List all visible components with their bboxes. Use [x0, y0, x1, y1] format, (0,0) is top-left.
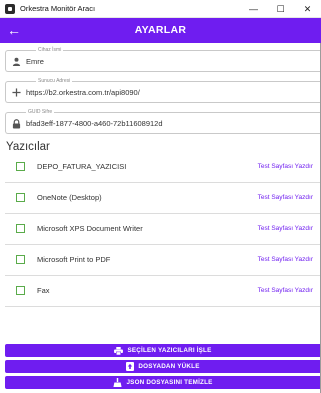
window-titlebar: Orkestra Monitör Aracı — ☐ ✕: [0, 0, 321, 18]
printer-row: OneNote (Desktop) Test Sayfası Yazdır: [5, 183, 321, 214]
printer-name: Microsoft Print to PDF: [37, 255, 111, 264]
printer-checkbox[interactable]: [16, 224, 25, 233]
printer-row: Fax Test Sayfası Yazdır: [5, 276, 321, 307]
clear-json-button[interactable]: JSON DOSYASINI TEMİZLE: [5, 376, 321, 389]
printer-row: Microsoft Print to PDF Test Sayfası Yazd…: [5, 245, 321, 276]
clear-json-label: JSON DOSYASINI TEMİZLE: [126, 379, 213, 386]
server-address-field[interactable]: Sunucu Adresi https://b2.orkestra.com.tr…: [5, 78, 321, 103]
printer-row: Microsoft XPS Document Writer Test Sayfa…: [5, 214, 321, 245]
lock-icon: [11, 118, 21, 129]
printer-row: DEPO_FATURA_YAZICISI Test Sayfası Yazdır: [5, 152, 321, 183]
printer-checkbox[interactable]: [16, 162, 25, 171]
server-address-value: https://b2.orkestra.com.tr/api8090/: [26, 88, 140, 97]
guid-value: bfad3eff-1877-4800-a460-72b11608912d: [26, 119, 163, 128]
printer-name: Microsoft XPS Document Writer: [37, 224, 143, 233]
person-icon: [11, 56, 21, 67]
test-print-link[interactable]: Test Sayfası Yazdır: [258, 225, 313, 232]
window-title: Orkestra Monitör Aracı: [20, 4, 96, 13]
app-icon: [5, 3, 15, 14]
test-print-link[interactable]: Test Sayfası Yazdır: [258, 163, 313, 170]
printer-checkbox[interactable]: [16, 286, 25, 295]
maximize-button[interactable]: ☐: [267, 0, 294, 18]
test-print-link[interactable]: Test Sayfası Yazdır: [258, 256, 313, 263]
upload-icon: [126, 362, 135, 371]
test-print-link[interactable]: Test Sayfası Yazdır: [258, 194, 313, 201]
guid-field[interactable]: GUID Sifre bfad3eff-1877-4800-a460-72b11…: [5, 109, 321, 134]
close-button[interactable]: ✕: [294, 0, 321, 18]
window-controls: — ☐ ✕: [240, 0, 321, 18]
printer-name: Fax: [37, 286, 50, 295]
server-address-label: Sunucu Adresi: [36, 78, 73, 84]
load-from-file-button[interactable]: DOSYADAN YÜKLE: [5, 360, 321, 373]
device-name-label: Cihaz İsmi: [36, 47, 64, 53]
test-print-link[interactable]: Test Sayfası Yazdır: [258, 287, 313, 294]
process-selected-printers-button[interactable]: SEÇİLEN YAZICILARI İŞLE: [5, 344, 321, 357]
device-name-field[interactable]: Cihaz İsmi Emre: [5, 47, 321, 72]
printer-icon: [114, 346, 124, 355]
printer-name: DEPO_FATURA_YAZICISI: [37, 162, 127, 171]
process-selected-label: SEÇİLEN YAZICILARI İŞLE: [127, 347, 212, 354]
broom-icon: [113, 378, 123, 387]
minimize-button[interactable]: —: [240, 0, 267, 18]
load-from-file-label: DOSYADAN YÜKLE: [138, 363, 200, 370]
app-bar: ← AYARLAR: [0, 18, 321, 43]
page-title: AYARLAR: [134, 24, 187, 36]
printer-name: OneNote (Desktop): [37, 193, 102, 202]
device-name-value: Emre: [26, 57, 44, 66]
printer-checkbox[interactable]: [16, 255, 25, 264]
plus-icon: [11, 87, 21, 98]
printer-checkbox[interactable]: [16, 193, 25, 202]
guid-label: GUID Sifre: [26, 109, 55, 115]
